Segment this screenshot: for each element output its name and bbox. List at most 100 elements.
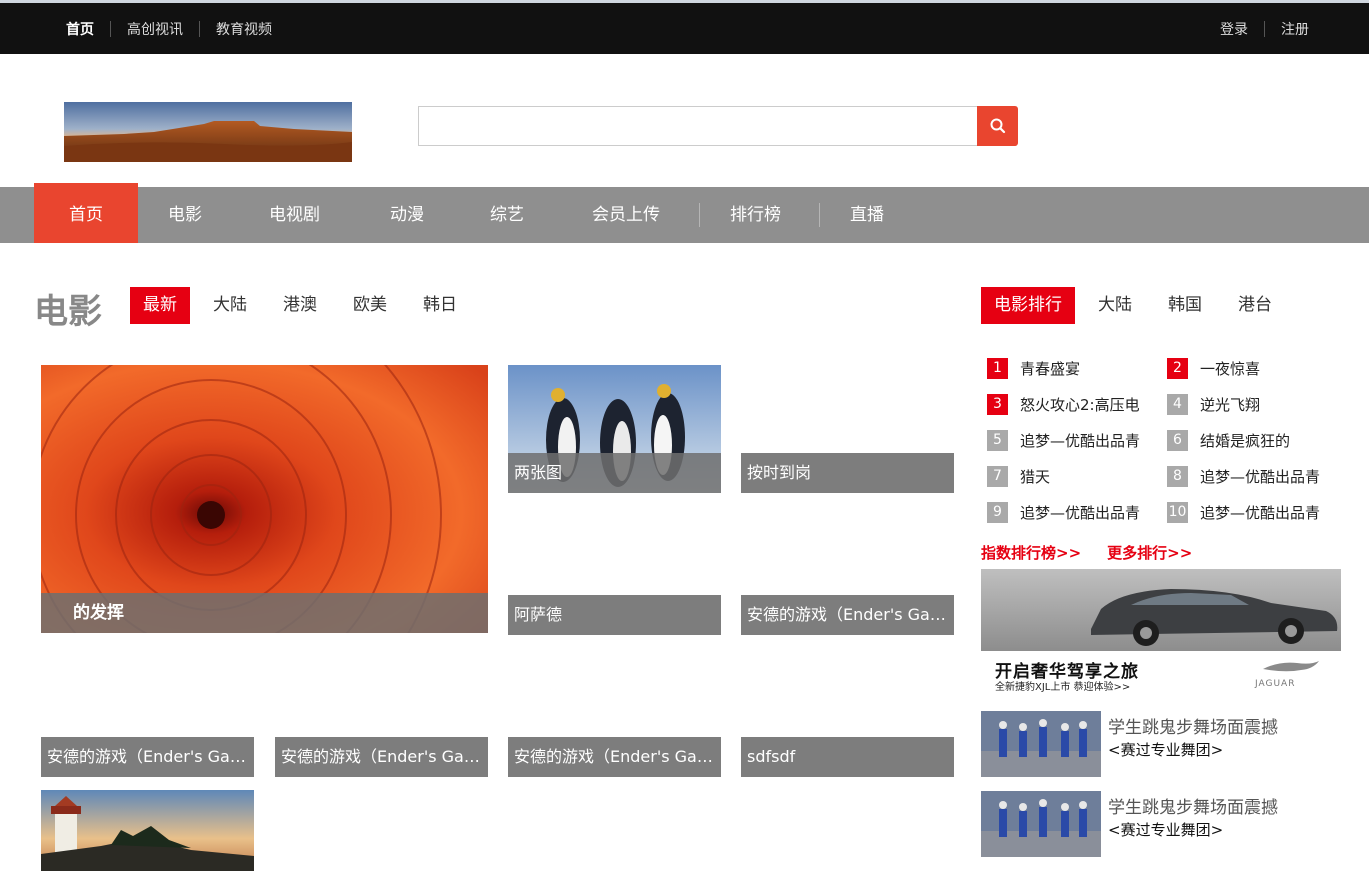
top-nav-gaochuang[interactable]: 高创视讯 [127, 19, 183, 39]
movie-tile[interactable] [41, 790, 254, 871]
tile-caption: 安德的游戏（Ender's Gam... [41, 737, 254, 777]
rank-number: 3 [987, 394, 1008, 415]
rank-number: 6 [1167, 430, 1188, 451]
nav-tv-series[interactable]: 电视剧 [269, 187, 320, 243]
movie-tile[interactable]: 安德的游戏（Ender's Gam... [275, 737, 488, 777]
tile-caption: 安德的游戏（Ender's Gam... [508, 737, 721, 777]
nav-member-upload[interactable]: 会员上传 [592, 187, 660, 243]
login-link[interactable]: 登录 [1220, 19, 1248, 39]
nav-home[interactable]: 首页 [34, 183, 138, 243]
tile-caption: 阿萨德 [508, 595, 721, 635]
divider [1264, 21, 1265, 37]
nav-rankings[interactable]: 排行榜 [730, 187, 781, 243]
car-image [981, 569, 1341, 651]
tab-movie-ranking[interactable]: 电影排行 [981, 287, 1075, 324]
site-logo[interactable] [64, 102, 352, 162]
movie-tile[interactable]: sdfsdf [741, 737, 954, 777]
tile-caption: 安德的游戏（Ender's Gam... [741, 595, 954, 635]
search-icon [990, 118, 1005, 134]
movie-tile-featured[interactable]: 的发挥 [41, 365, 488, 633]
ranking-item[interactable]: 2 一夜惊喜 [1167, 358, 1260, 379]
search-box [418, 106, 978, 146]
lighthouse-thumbnail [41, 790, 254, 871]
ranking-item[interactable]: 9 追梦—优酷出品青 [987, 502, 1140, 523]
tab-korea-japan[interactable]: 韩日 [410, 287, 470, 324]
tile-caption: sdfsdf [741, 737, 954, 777]
ranking-item[interactable]: 4 逆光飞翔 [1167, 394, 1260, 415]
movie-tile[interactable]: 两张图 [508, 365, 721, 493]
video-thumbnail [981, 711, 1101, 777]
tab-latest[interactable]: 最新 [130, 287, 190, 324]
rank-number: 9 [987, 502, 1008, 523]
movie-tile[interactable]: 安德的游戏（Ender's Gam... [508, 737, 721, 777]
ranking-tabs: 电影排行 大陆 韩国 港台 [981, 287, 1295, 324]
index-ranking-link[interactable]: 指数排行榜>> [981, 542, 1081, 563]
nav-live[interactable]: 直播 [850, 187, 884, 243]
divider [199, 21, 200, 37]
movie-tile[interactable]: 按时到岗 [741, 453, 954, 493]
tab-ranking-korea[interactable]: 韩国 [1155, 287, 1215, 324]
nav-movies[interactable]: 电影 [168, 187, 202, 243]
rank-title: 一夜惊喜 [1200, 360, 1261, 378]
ranking-item[interactable]: 6 结婚是疯狂的 [1167, 430, 1290, 451]
video-subtitle: <赛过专业舞团> [1108, 741, 1224, 759]
video-title: 学生跳鬼步舞场面震撼 [1108, 798, 1278, 818]
ranking-item[interactable]: 5 追梦—优酷出品青 [987, 430, 1140, 451]
tab-hk-macau[interactable]: 港澳 [270, 287, 330, 324]
movie-tile[interactable]: 阿萨德 [508, 595, 721, 635]
tab-ranking-mainland[interactable]: 大陆 [1085, 287, 1145, 324]
divider [699, 203, 700, 227]
rank-title: 追梦—优酷出品青 [1020, 432, 1141, 450]
top-nav-home[interactable]: 首页 [66, 19, 94, 39]
more-ranking-link[interactable]: 更多排行>> [1107, 542, 1192, 563]
top-nav: 首页 高创视讯 教育视频 [66, 19, 272, 39]
top-bar: 首页 高创视讯 教育视频 登录 注册 [0, 0, 1369, 54]
rank-title: 猎天 [1020, 468, 1051, 486]
ad-banner[interactable]: 开启奢华驾享之旅 全新捷豹XJL上市 恭迎体验>> JAGUAR [981, 569, 1341, 695]
rank-title: 逆光飞翔 [1200, 396, 1261, 414]
rank-number: 8 [1167, 466, 1188, 487]
rank-title: 追梦—优酷出品青 [1020, 504, 1141, 522]
rank-number: 2 [1167, 358, 1188, 379]
rank-title: 怒火攻心2:高压电 [1020, 396, 1140, 414]
tab-mainland[interactable]: 大陆 [200, 287, 260, 324]
tab-ranking-hk-tw[interactable]: 港台 [1225, 287, 1285, 324]
tile-caption: 按时到岗 [741, 453, 954, 493]
video-item[interactable]: 学生跳鬼步舞场面震撼 <赛过专业舞团> [981, 711, 1341, 777]
ranking-item[interactable]: 1 青春盛宴 [987, 358, 1080, 379]
movie-tile[interactable]: 安德的游戏（Ender's Gam... [741, 595, 954, 635]
ranking-item[interactable]: 7 猎天 [987, 466, 1050, 487]
rank-number: 7 [987, 466, 1008, 487]
ranking-item[interactable]: 3 怒火攻心2:高压电 [987, 394, 1140, 415]
section-title: 电影 [34, 292, 102, 332]
rank-title: 追梦—优酷出品青 [1200, 504, 1321, 522]
divider [819, 203, 820, 227]
auth-links: 登录 注册 [1220, 19, 1309, 39]
rank-title: 青春盛宴 [1020, 360, 1081, 378]
tile-caption: 安德的游戏（Ender's Gam... [275, 737, 488, 777]
movie-filter-tabs: 最新 大陆 港澳 欧美 韩日 [130, 287, 480, 324]
search-button[interactable] [977, 106, 1018, 146]
video-item[interactable]: 学生跳鬼步舞场面震撼 <赛过专业舞团> [981, 791, 1341, 857]
video-thumbnail [981, 791, 1101, 857]
ranking-links: 指数排行榜>> 更多排行>> [981, 542, 1218, 563]
tab-western[interactable]: 欧美 [340, 287, 400, 324]
nav-variety[interactable]: 综艺 [490, 187, 524, 243]
nav-anime[interactable]: 动漫 [390, 187, 424, 243]
jaguar-logo-icon [1263, 661, 1319, 672]
tile-caption: 两张图 [508, 453, 721, 493]
top-nav-education[interactable]: 教育视频 [216, 19, 272, 39]
search-input[interactable] [419, 107, 977, 145]
rank-title: 结婚是疯狂的 [1200, 432, 1291, 450]
rank-number: 10 [1167, 502, 1188, 523]
ranking-item[interactable]: 10 追梦—优酷出品青 [1167, 502, 1320, 523]
ad-brand: JAGUAR [1255, 679, 1296, 689]
divider [110, 21, 111, 37]
ad-subline: 全新捷豹XJL上市 恭迎体验>> [995, 682, 1131, 693]
video-subtitle: <赛过专业舞团> [1108, 821, 1224, 839]
main-nav: 首页 电影 电视剧 动漫 综艺 会员上传 排行榜 直播 [0, 183, 1369, 243]
ranking-item[interactable]: 8 追梦—优酷出品青 [1167, 466, 1320, 487]
movie-tile[interactable]: 安德的游戏（Ender's Gam... [41, 737, 254, 777]
register-link[interactable]: 注册 [1281, 19, 1309, 39]
video-title: 学生跳鬼步舞场面震撼 [1108, 718, 1278, 738]
